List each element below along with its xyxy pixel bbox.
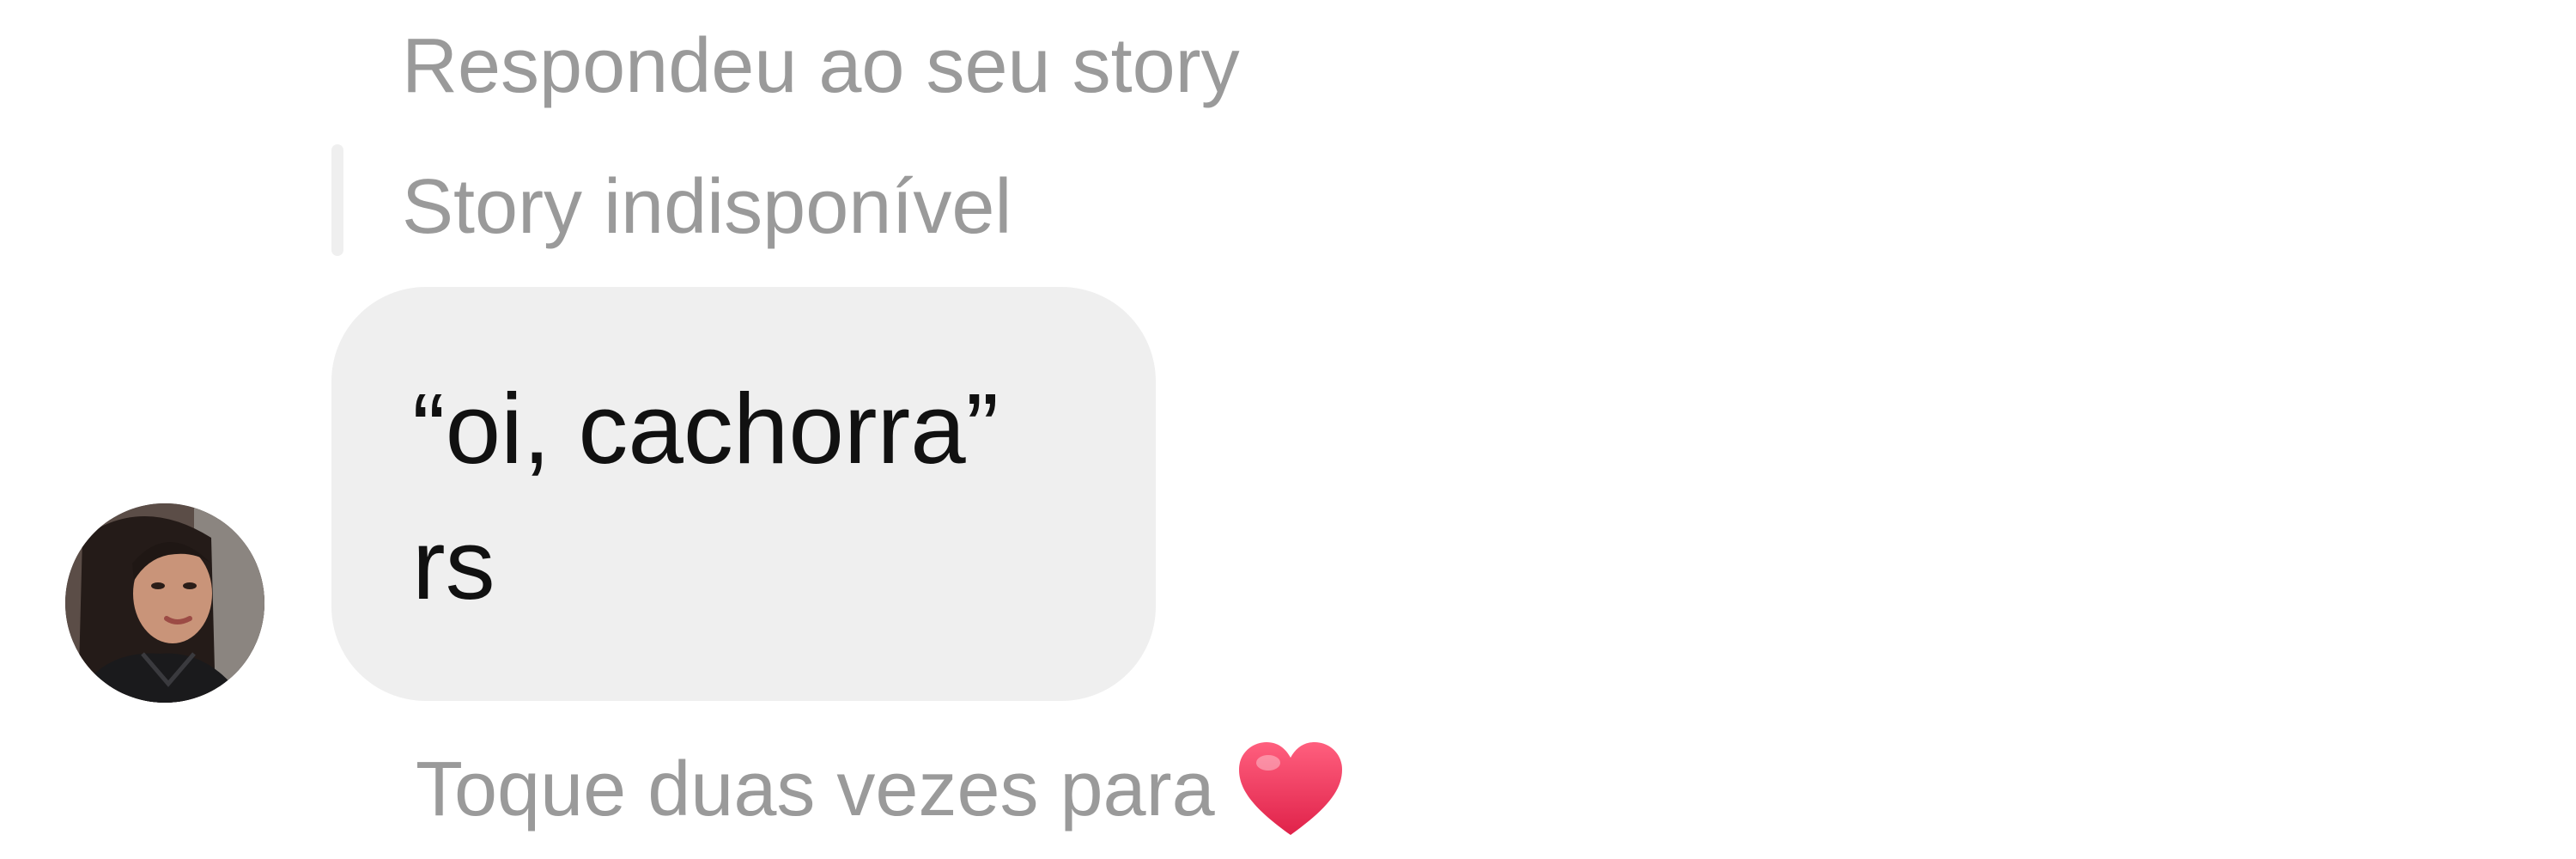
message-text-line-2: rs	[412, 509, 495, 620]
story-quote-bar	[331, 144, 343, 256]
story-reply-header: Respondeu ao seu story	[402, 23, 1240, 109]
message-text-line-1: “oi, cachorra”	[412, 373, 999, 484]
heart-icon	[1237, 740, 1344, 838]
double-tap-hint-text: Toque duas vezes para	[416, 746, 1215, 832]
avatar-photo	[65, 503, 264, 703]
story-unavailable-label: Story indisponível	[402, 164, 1012, 250]
message-bubble[interactable]: “oi, cachorra” rs	[331, 287, 1156, 701]
double-tap-hint: Toque duas vezes para	[416, 740, 1344, 838]
avatar[interactable]	[65, 503, 264, 703]
